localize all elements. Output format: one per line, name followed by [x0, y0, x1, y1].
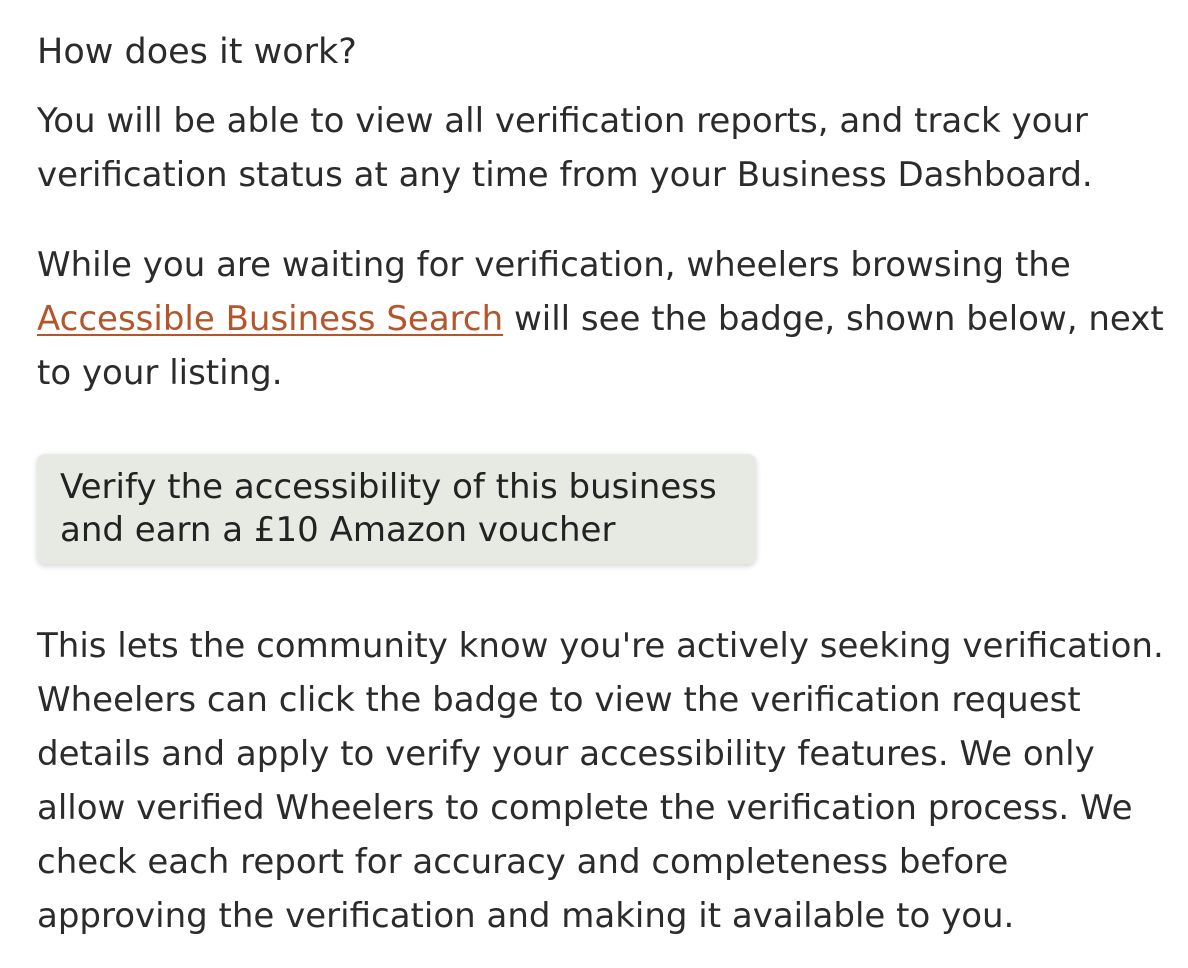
community-paragraph: This lets the community know you're acti… [37, 619, 1164, 943]
intro-line-2: verification status at any time from you… [37, 155, 1093, 195]
verify-badge[interactable]: Verify the accessibility of this busines… [37, 454, 756, 564]
waiting-paragraph: While you are waiting for verification, … [37, 238, 1164, 400]
intro-line-1: You will be able to view all verificatio… [37, 101, 1088, 141]
verify-badge-line-1: Verify the accessibility of this busines… [60, 467, 717, 507]
community-line-1: This lets the community know you're acti… [37, 626, 1164, 666]
community-line-3: details and apply to verify your accessi… [37, 734, 1095, 774]
verify-badge-line-2: and earn a £10 Amazon voucher [60, 510, 616, 550]
intro-paragraph: You will be able to view all verificatio… [37, 94, 1137, 202]
community-line-6: approving the verification and making it… [37, 896, 1015, 936]
waiting-line-2-rest: will see the badge, shown below, next [503, 299, 1164, 339]
community-line-4: allow verified Wheelers to complete the … [37, 788, 1133, 828]
accessible-business-search-link[interactable]: Accessible Business Search [37, 299, 503, 339]
section-heading: How does it work? [37, 32, 357, 72]
community-line-5: check each report for accuracy and compl… [37, 842, 1009, 882]
waiting-line-1: While you are waiting for verification, … [37, 245, 1071, 285]
waiting-line-2: Accessible Business Search will see the … [37, 292, 1164, 346]
community-line-2: Wheelers can click the badge to view the… [37, 680, 1081, 720]
waiting-line-3: to your listing. [37, 353, 283, 393]
